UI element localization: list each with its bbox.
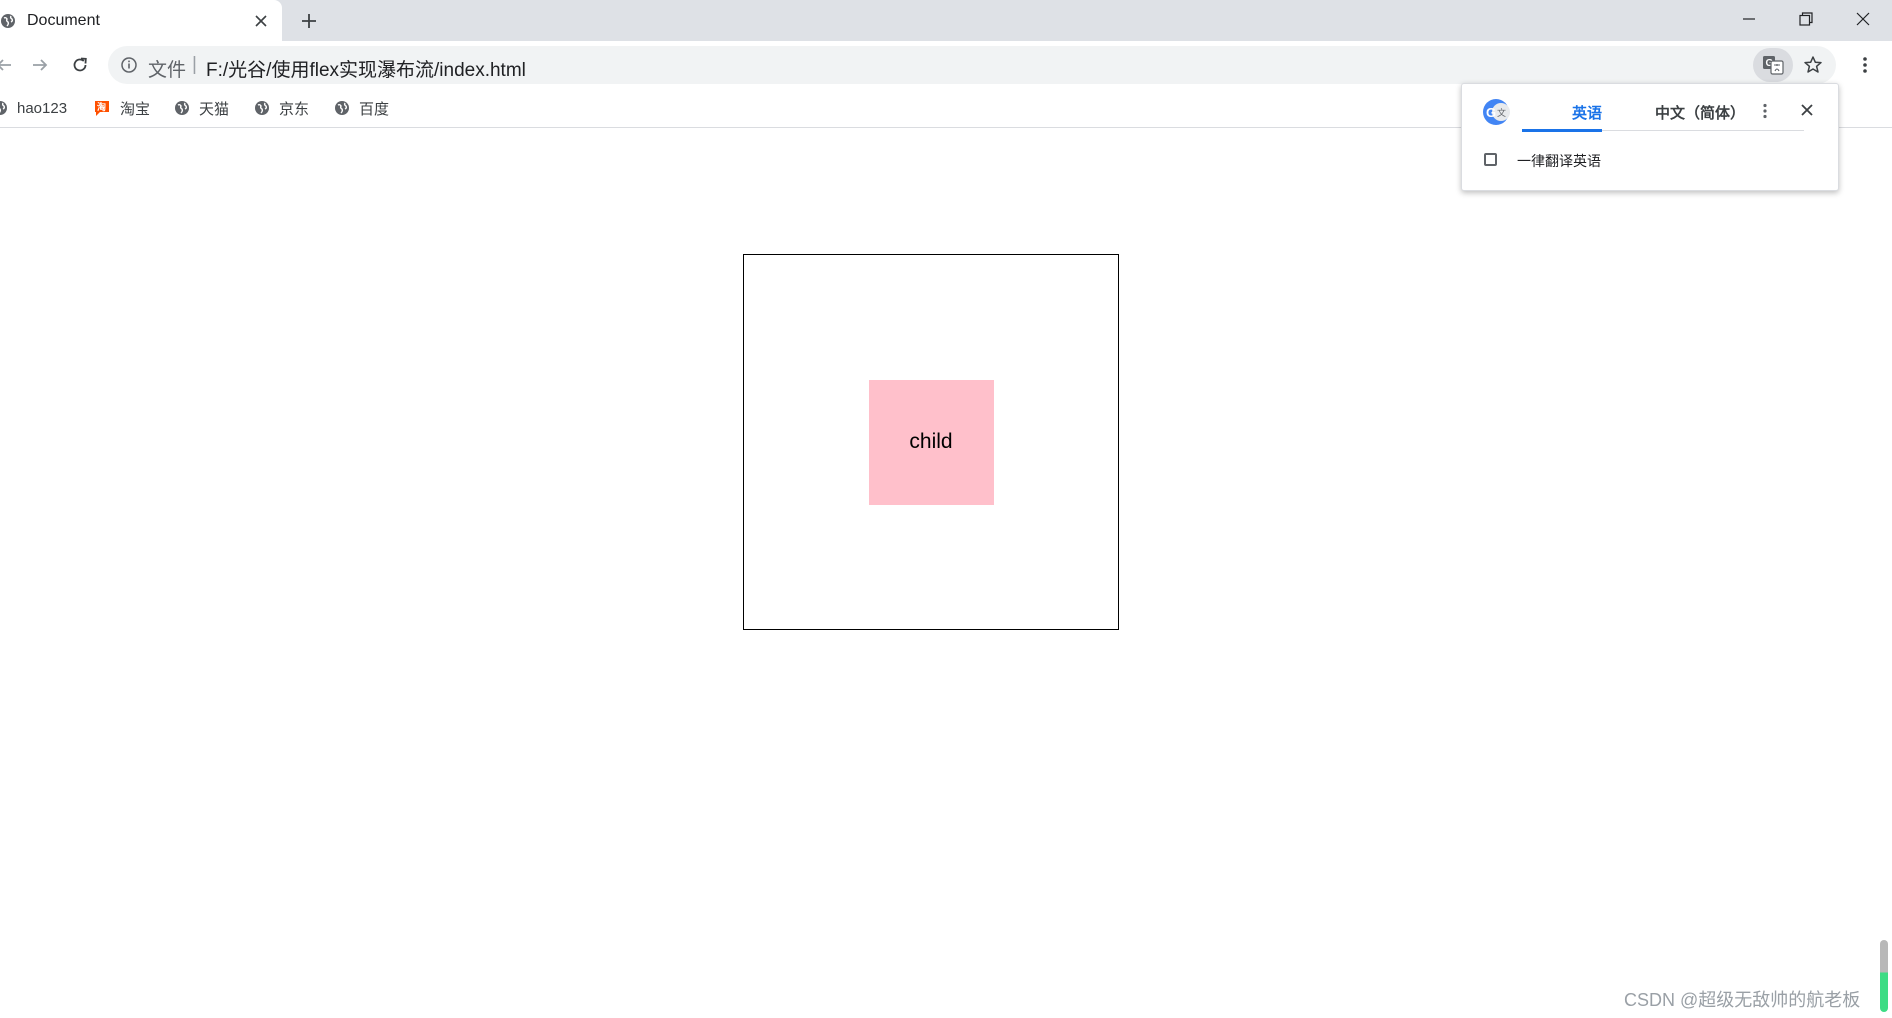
back-icon[interactable] xyxy=(0,51,18,79)
bookmark-tmall[interactable]: 天猫 xyxy=(174,97,229,119)
url-text[interactable]: F:/光谷/使用flex实现瀑布流/index.html xyxy=(206,55,526,82)
reload-icon[interactable] xyxy=(66,51,94,79)
close-window-icon[interactable] xyxy=(1850,8,1876,30)
tab-document[interactable]: Document xyxy=(0,0,282,41)
watermark: CSDN @超级无敌帅的航老板 xyxy=(1624,990,1861,1010)
globe-icon xyxy=(255,101,269,115)
tab-target-language[interactable]: 中文（简体） xyxy=(1630,102,1770,123)
bookmark-label: 天猫 xyxy=(199,100,230,118)
popup-more-icon[interactable] xyxy=(1756,98,1774,124)
restore-icon[interactable] xyxy=(1793,8,1819,30)
new-tab-button[interactable] xyxy=(298,10,320,32)
child-box: child xyxy=(868,379,994,505)
globe-icon xyxy=(175,101,189,115)
close-tab-icon[interactable] xyxy=(252,12,270,30)
bookmark-hao123[interactable]: hao123 xyxy=(0,97,67,119)
child-label: child xyxy=(909,430,953,453)
taobao-icon: 淘 xyxy=(95,101,109,116)
forward-icon[interactable] xyxy=(26,51,54,79)
active-tab-indicator xyxy=(1522,129,1602,132)
browser-window: Document 文件 | F:/光谷/使用flex实现瀑布流/index.ht… xyxy=(0,0,1892,1018)
tab-title: Document xyxy=(27,12,100,29)
globe-icon xyxy=(0,101,7,115)
translate-popup: G 文 英语 中文（简体） 一律翻译英语 xyxy=(1461,83,1839,191)
bookmark-label: 百度 xyxy=(359,100,390,118)
bookmark-star-icon[interactable] xyxy=(1800,52,1826,78)
always-translate-label[interactable]: 一律翻译英语 xyxy=(1517,151,1601,171)
parent-box: child xyxy=(743,254,1119,630)
bookmark-label: 京东 xyxy=(279,100,310,118)
scheme-label: 文件 xyxy=(148,60,187,81)
svg-text:文: 文 xyxy=(1497,107,1506,119)
svg-text:G: G xyxy=(1486,105,1496,120)
bookmark-label: hao123 xyxy=(17,99,68,117)
page-content: child xyxy=(0,128,1892,1018)
globe-icon xyxy=(1,14,15,28)
address-bar[interactable]: 文件 | F:/光谷/使用flex实现瀑布流/index.html G xyxy=(108,46,1836,84)
minimize-icon[interactable] xyxy=(1736,8,1762,30)
tab-source-language[interactable]: 英语 xyxy=(1547,102,1627,123)
bookmark-jd[interactable]: 京东 xyxy=(254,97,309,119)
bookmark-taobao[interactable]: 淘 淘宝 xyxy=(93,97,150,119)
tab-strip: Document xyxy=(0,0,1892,41)
popup-close-icon[interactable] xyxy=(1797,100,1817,120)
google-translate-icon: G 文 xyxy=(1483,99,1510,125)
bookmark-baidu[interactable]: 百度 xyxy=(334,97,389,119)
globe-icon xyxy=(335,101,349,115)
always-translate-checkbox[interactable] xyxy=(1484,153,1497,166)
scheme-separator: | xyxy=(192,54,197,75)
bookmark-label: 淘宝 xyxy=(120,100,151,118)
toolbar: 文件 | F:/光谷/使用flex实现瀑布流/index.html G xyxy=(0,41,1892,89)
scrollbar[interactable] xyxy=(1880,940,1888,1012)
svg-text:淘: 淘 xyxy=(97,101,106,113)
kebab-menu-icon[interactable] xyxy=(1852,51,1878,79)
info-icon[interactable] xyxy=(120,56,138,74)
translate-icon[interactable]: G xyxy=(1753,48,1793,82)
